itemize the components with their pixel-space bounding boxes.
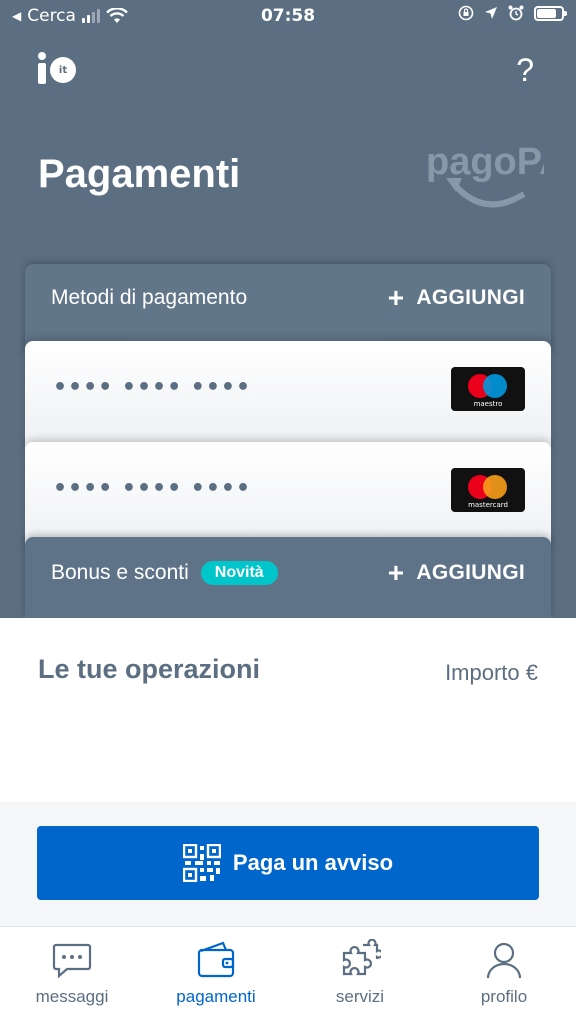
location-icon bbox=[485, 7, 497, 19]
new-badge: Novità bbox=[200, 561, 278, 585]
pagopa-logo-icon: pagoPA bbox=[426, 141, 544, 208]
tab-label: servizi bbox=[335, 987, 385, 1006]
card-brand-name: mastercard bbox=[468, 501, 508, 509]
operations-amount-header: Importo € bbox=[445, 660, 538, 685]
puzzle-icon bbox=[342, 939, 381, 976]
add-label: AGGIUNGI bbox=[416, 561, 525, 584]
app-logo: io it bbox=[36, 52, 76, 84]
operations-panel: Le tue operazioni Importo € bbox=[0, 618, 576, 802]
bottom-action-area: Paga un avviso bbox=[0, 802, 576, 926]
person-icon bbox=[486, 942, 522, 979]
alarm-icon bbox=[508, 5, 524, 21]
payment-card[interactable]: •••• •••• •••• maestro bbox=[25, 341, 551, 449]
tab-label: messaggi bbox=[35, 987, 109, 1006]
tab-label: pagamenti bbox=[176, 987, 256, 1006]
mastercard-logo-icon: mastercard bbox=[451, 468, 525, 512]
page-title: Pagamenti bbox=[38, 152, 241, 196]
card-brand-name: maestro bbox=[473, 400, 503, 408]
payment-methods-label: Metodi di pagamento bbox=[51, 286, 248, 309]
qr-code-icon bbox=[182, 844, 221, 882]
help-button[interactable]: ? bbox=[516, 52, 534, 89]
card-number: •••• •••• •••• bbox=[53, 476, 252, 501]
add-payment-method-button[interactable]: + AGGIUNGI bbox=[388, 284, 525, 312]
pay-notice-button[interactable]: Paga un avviso bbox=[37, 826, 539, 900]
logo-i-icon bbox=[38, 52, 46, 84]
battery-icon bbox=[534, 5, 567, 21]
bonus-label-group: Bonus e sconti Novità bbox=[51, 561, 278, 585]
card-number: •••• •••• •••• bbox=[53, 375, 252, 400]
chat-icon bbox=[52, 943, 92, 979]
svg-text:pagoPA: pagoPA bbox=[426, 141, 544, 183]
tab-servizi[interactable]: servizi bbox=[288, 927, 432, 1024]
add-label: AGGIUNGI bbox=[416, 286, 525, 309]
bonus-label: Bonus e sconti bbox=[51, 561, 189, 584]
status-bar: ◀ Cerca 07:58 bbox=[0, 0, 576, 34]
tab-label: profilo bbox=[480, 987, 528, 1006]
plus-icon: + bbox=[387, 557, 405, 588]
add-bonus-button[interactable]: + AGGIUNGI bbox=[388, 559, 525, 587]
rotation-lock-icon bbox=[458, 5, 474, 21]
tab-messaggi[interactable]: messaggi bbox=[0, 927, 144, 1024]
payment-card[interactable]: •••• •••• •••• mastercard bbox=[25, 442, 551, 550]
wallet-icon bbox=[197, 941, 235, 978]
maestro-logo-icon: maestro bbox=[451, 367, 525, 411]
tab-pagamenti[interactable]: pagamenti bbox=[144, 927, 288, 1024]
bonus-section: Bonus e sconti Novità + AGGIUNGI bbox=[25, 537, 551, 619]
plus-icon: + bbox=[387, 282, 405, 313]
tab-profilo[interactable]: profilo bbox=[432, 927, 576, 1024]
pay-notice-label: Paga un avviso bbox=[232, 850, 394, 875]
logo-badge: it bbox=[50, 57, 76, 83]
tab-bar: messaggi pagamenti servizi profilo bbox=[0, 926, 576, 1024]
operations-title: Le tue operazioni bbox=[38, 654, 261, 684]
